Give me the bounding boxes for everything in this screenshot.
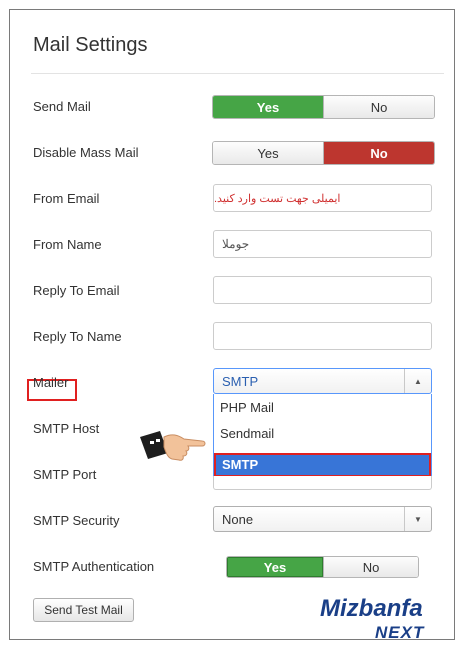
from-name-field[interactable]: جوملا — [213, 230, 432, 258]
disable-mass-mail-toggle: Yes No — [212, 141, 435, 165]
from-email-value: ایمیلی جهت تست وارد کنید. — [214, 192, 341, 205]
chevron-down-icon[interactable]: ▼ — [404, 507, 431, 531]
disable-mass-mail-no-button[interactable]: No — [323, 142, 434, 164]
disable-mass-mail-label: Disable Mass Mail — [33, 145, 139, 160]
reply-to-name-field[interactable] — [213, 322, 432, 350]
mizbanfa-logo: Mizbanfa NEXT — [320, 595, 438, 642]
logo-line1: Mizbanfa — [320, 595, 423, 622]
smtp-security-select[interactable]: None ▼ — [213, 506, 432, 532]
logo-line2: NEXT — [375, 623, 425, 642]
smtp-security-label: SMTP Security — [33, 513, 120, 528]
smtp-host-label: SMTP Host — [33, 421, 100, 436]
mailer-select[interactable]: SMTP ▲ — [213, 368, 432, 394]
from-email-field[interactable]: ایمیلی جهت تست وارد کنید. — [213, 184, 432, 212]
reply-to-email-label: Reply To Email — [33, 283, 120, 298]
chevron-up-icon[interactable]: ▲ — [404, 369, 431, 393]
mail-settings-panel: Mail Settings Send Mail Yes No Disable M… — [9, 9, 455, 642]
smtp-auth-yes-button[interactable]: Yes — [227, 557, 323, 577]
smtp-security-value: None — [222, 512, 254, 527]
smtp-auth-no-button[interactable]: No — [323, 557, 418, 577]
mailer-option-php-mail[interactable]: PHP Mail — [220, 400, 274, 415]
pointing-hand-icon — [140, 431, 206, 461]
mailer-option-smtp[interactable]: SMTP — [214, 453, 431, 477]
smtp-port-label: SMTP Port — [33, 467, 97, 482]
disable-mass-mail-yes-button[interactable]: Yes — [213, 142, 323, 164]
smtp-auth-label: SMTP Authentication — [33, 559, 155, 574]
mailer-dropdown: PHP Mail Sendmail SMTP — [213, 394, 432, 480]
smtp-auth-toggle: Yes No — [226, 556, 419, 578]
mailer-select-value: SMTP — [222, 374, 259, 389]
reply-to-name-label: Reply To Name — [33, 329, 122, 344]
send-mail-yes-button[interactable]: Yes — [213, 96, 323, 118]
title-divider — [31, 73, 444, 74]
page-title: Mail Settings — [33, 34, 148, 56]
from-name-value: جوملا — [222, 237, 250, 251]
from-name-label: From Name — [33, 237, 102, 252]
send-test-mail-button[interactable]: Send Test Mail — [33, 598, 134, 622]
reply-to-email-field[interactable] — [213, 276, 432, 304]
send-mail-no-button[interactable]: No — [323, 96, 434, 118]
send-mail-toggle: Yes No — [212, 95, 435, 119]
mailer-option-sendmail[interactable]: Sendmail — [220, 426, 274, 441]
smtp-port-field[interactable] — [213, 476, 432, 490]
send-mail-label: Send Mail — [33, 99, 91, 114]
mailer-label: Mailer — [33, 375, 69, 390]
from-email-label: From Email — [33, 191, 100, 206]
